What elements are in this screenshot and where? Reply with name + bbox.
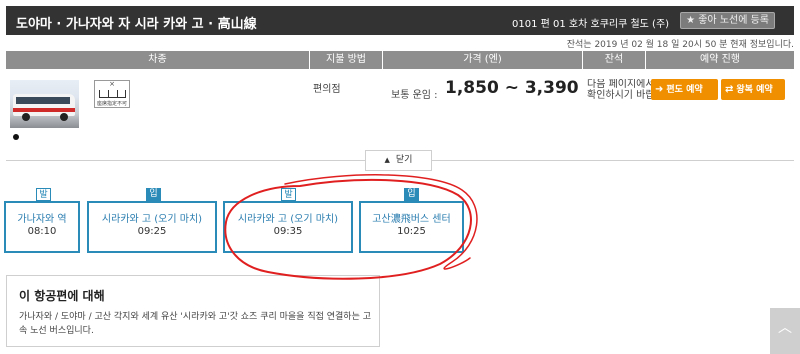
seat-availability-text: 다음 페이지에서 확인하시기 바랍: [587, 79, 655, 101]
departure-tag: 발: [36, 188, 51, 201]
chevron-up-icon: ︿: [778, 320, 792, 336]
seat-badge-text: 座席指定不可: [96, 101, 127, 107]
stop-name: 시라카와 고 (오기 마치): [101, 214, 203, 225]
arrival-tag: 입: [146, 188, 161, 201]
stop-card[interactable]: 고산濃飛버스 센터 10:25: [359, 201, 464, 253]
stop-time: 09:35: [273, 226, 303, 237]
stop-name: 시라카와 고 (오기 마치): [237, 214, 339, 225]
roundtrip-reserve-label: 왕복 예약: [736, 85, 773, 95]
roundtrip-reserve-button[interactable]: ⇄ 왕복 예약: [721, 79, 785, 100]
close-label: 닫기: [395, 155, 413, 165]
oneway-reserve-label: 편도 예약: [666, 85, 703, 95]
fare-value: 1,850 ~ 3,390: [445, 78, 579, 98]
stop-name: 가나자와 역: [17, 214, 67, 225]
oneway-reserve-button[interactable]: ➜ 편도 예약: [651, 79, 718, 100]
service-info: 0101 편 01 호차 호쿠리쿠 철도 (주): [512, 19, 670, 30]
scroll-to-top-button[interactable]: ︿: [770, 308, 800, 354]
payment-method: 편의점: [313, 84, 341, 95]
col-reservation: 예약 진행: [700, 54, 740, 65]
stop-name: 고산濃飛버스 센터: [372, 214, 451, 225]
about-heading: 이 항공편에 대해: [19, 289, 105, 303]
about-flight-box: 이 항공편에 대해 가나자와 / 도야마 / 고산 각지와 세계 유산 '시라카…: [6, 275, 380, 347]
stop-time: 09:25: [137, 226, 167, 237]
route-title: 도야마 · 가나자와 자 시라 카와 고 · 高山線: [16, 17, 257, 32]
table-header: 차종 지불 방법 가격 (엔) 잔석 예약 진행: [6, 51, 794, 69]
favorite-route-button[interactable]: ★ 좋아 노선에 등록: [680, 12, 775, 29]
swap-arrows-icon: ⇄: [725, 84, 734, 95]
bus-photo[interactable]: [10, 80, 79, 128]
col-payment: 지불 방법: [310, 51, 383, 69]
fare-label: 보통 운임 :: [391, 90, 438, 101]
departure-tag: 발: [281, 188, 296, 201]
stop-time: 08:10: [27, 226, 57, 237]
about-description: 가나자와 / 도야마 / 고산 각지와 세계 유산 '시라카와 고'갓 쇼즈 쿠…: [19, 312, 372, 336]
caret-up-icon: ▲: [384, 156, 390, 164]
arrival-tag: 입: [404, 188, 419, 201]
seat-badge-mark: ×: [109, 80, 115, 88]
stop-card[interactable]: 시라카와 고 (오기 마치) 09:25: [87, 201, 217, 253]
col-price: 가격 (엔): [383, 51, 583, 69]
stop-card[interactable]: 가나자와 역 08:10: [4, 201, 80, 253]
no-seat-reservation-icon: × 座席指定不可: [94, 80, 130, 108]
close-details-button[interactable]: ▲ 닫기: [365, 150, 432, 171]
col-vehicle-type: 차종: [6, 51, 310, 69]
stop-time: 10:25: [397, 226, 426, 237]
stop-card[interactable]: 시라카와 고 (오기 마치) 09:35: [223, 201, 353, 253]
gallery-dot[interactable]: [13, 134, 19, 140]
col-seats: 잔석: [583, 51, 646, 69]
availability-notice: 잔석는 2019 년 02 월 18 일 20시 50 분 현재 정보입니다.: [566, 40, 794, 50]
route-header: 도야마 · 가나자와 자 시라 카와 고 · 高山線 0101 편 01 호차 …: [6, 6, 794, 35]
arrow-right-icon: ➜: [655, 84, 664, 95]
